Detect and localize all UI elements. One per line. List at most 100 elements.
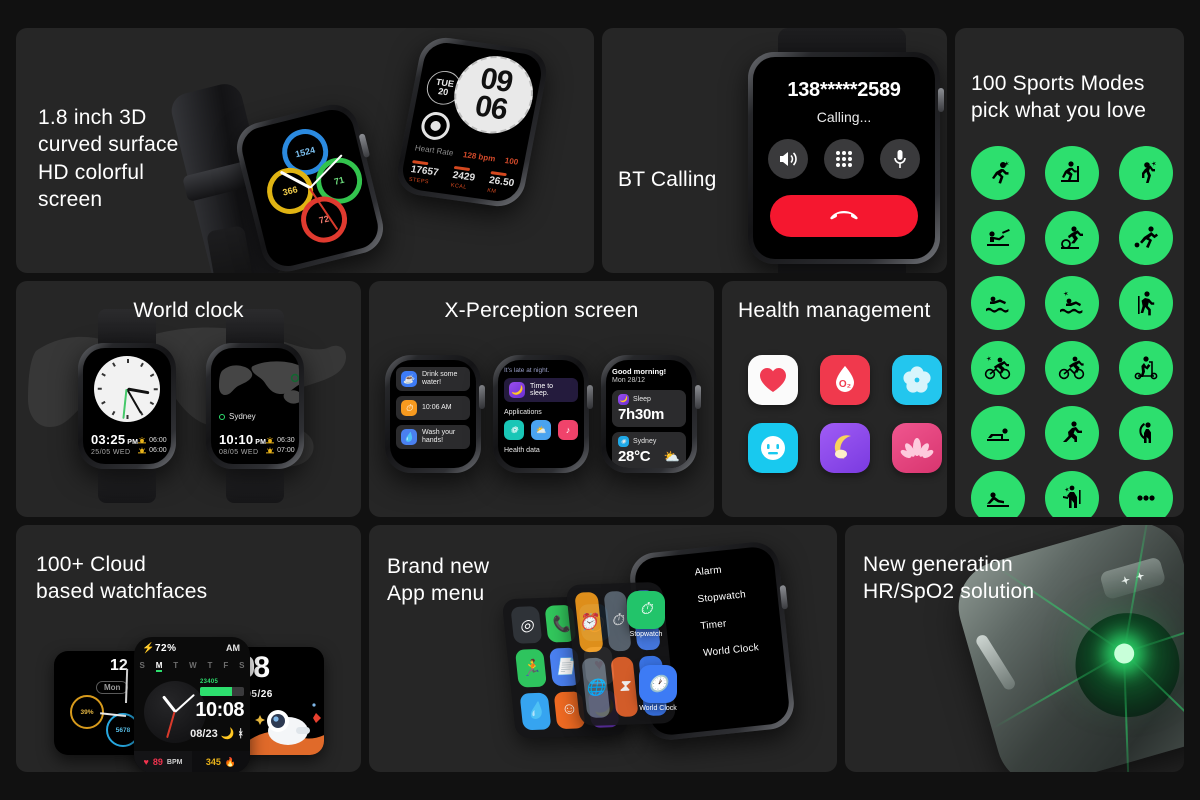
calories-value: 345: [205, 757, 221, 767]
weekday: T: [207, 661, 213, 670]
alarm-icon[interactable]: ⏰: [574, 591, 604, 653]
keypad-icon[interactable]: [824, 139, 864, 179]
floating-app-stopwatch[interactable]: ⏱ Stopwatch: [627, 591, 665, 638]
sport-hiking-icon[interactable]: [1119, 276, 1173, 330]
second-hand: [166, 711, 176, 739]
sport-cycling-icon[interactable]: [1045, 341, 1099, 395]
bpm-value: 89: [152, 757, 163, 767]
card-sports-modes: 100 Sports Modes pick what you love: [955, 28, 1184, 517]
app-list-item-timer[interactable]: Timer: [700, 614, 773, 632]
floating-app-label: World Clock: [639, 705, 677, 712]
end-call-button[interactable]: [770, 195, 918, 237]
sport-lunge-icon[interactable]: [1045, 406, 1099, 460]
flame-icon: 🔥: [224, 756, 237, 767]
sport-swimming-icon[interactable]: [971, 276, 1025, 330]
floating-app-label: Stopwatch: [629, 631, 663, 638]
reminder-item[interactable]: ☕ Drink some water!: [396, 367, 470, 392]
sport-mountain-bike-icon[interactable]: [971, 341, 1025, 395]
app-list-item-alarm[interactable]: Alarm: [694, 560, 767, 579]
sport-rowing-icon[interactable]: [971, 211, 1025, 265]
weather-icon[interactable]: ⛅: [531, 420, 551, 440]
sport-open-water-swim-icon[interactable]: [1045, 276, 1099, 330]
application-shortcuts: ❁ ⛅ ♪: [504, 420, 578, 440]
blood-oxygen-icon[interactable]: O₂: [820, 355, 870, 405]
sunrise-time: 06:30: [277, 436, 295, 444]
app-list-item-stopwatch[interactable]: Stopwatch: [697, 587, 770, 605]
activity-rings-dial: 1524 366 71 72: [247, 115, 373, 261]
heart-rate-metric: ♥ 89 BPM: [134, 751, 192, 772]
sleep-prompt-row[interactable]: 🌙 Time to sleep.: [504, 378, 578, 402]
microphone-icon[interactable]: [880, 139, 920, 179]
speaker-icon[interactable]: [768, 139, 808, 179]
sunset-time: 07:00: [277, 446, 295, 454]
activity-rings-icon[interactable]: ◎: [510, 606, 543, 645]
card-title-world-clock: World clock: [133, 299, 244, 322]
sport-treadmill-icon[interactable]: [1045, 146, 1099, 200]
stopwatch-icon[interactable]: ⏱: [627, 591, 665, 629]
app-list-item-world-clock[interactable]: World Clock: [703, 640, 776, 659]
reminder-item[interactable]: 💧 Wash your hands!: [396, 425, 470, 450]
bpm-unit: BPM: [166, 758, 183, 766]
hr-sensor: [993, 525, 1184, 772]
sport-push-up-icon[interactable]: [971, 406, 1025, 460]
remote-time: 10:10 PM: [219, 432, 267, 447]
sport-walking-icon[interactable]: [1119, 146, 1173, 200]
sunrise-time: 06:00: [149, 436, 167, 444]
world-clock-icon[interactable]: 🕐: [639, 665, 677, 703]
sport-stretching-icon[interactable]: [1119, 406, 1173, 460]
world-clock-icon[interactable]: 🌐: [581, 657, 611, 719]
reminder-item[interactable]: ⏱ 10:06 AM: [396, 396, 470, 421]
sleep-icon: 🌙: [618, 394, 629, 405]
music-icon[interactable]: ♪: [558, 420, 578, 440]
night-note: It's late at night.: [504, 367, 550, 374]
weather-summary-card[interactable]: ◉ Sydney 28°C ⛅: [612, 432, 686, 468]
card-bt-calling: BT Calling 138*****2589 Calling...: [602, 28, 947, 273]
stat-value: 26.50: [488, 174, 516, 190]
call-status: Calling...: [816, 109, 872, 125]
local-time: 03:25 PM: [91, 432, 139, 447]
mood-icon[interactable]: [748, 423, 798, 473]
weather-header: ◉ Sydney: [618, 436, 680, 447]
partly-cloudy-icon: ⛅: [663, 449, 680, 464]
remote-date: 08/05 WED: [219, 449, 259, 456]
sleep-summary-card[interactable]: 🌙 Sleep 7h30m: [612, 390, 686, 427]
run-icon[interactable]: 🏃: [514, 649, 547, 688]
sport-spinning-icon[interactable]: [1045, 211, 1099, 265]
month-complication: Mon: [96, 681, 129, 694]
steps-value: 23405: [200, 679, 219, 685]
breathing-icon[interactable]: [892, 355, 942, 405]
floating-app-world-clock[interactable]: 🕐 World Clock: [639, 665, 677, 712]
sleep-icon[interactable]: [820, 423, 870, 473]
stat-unit: KM: [486, 187, 497, 195]
watch-body: 03:25 PM 25/05 WED 06:00 06:00: [78, 343, 176, 469]
stat-unit: KCAL: [450, 182, 468, 191]
side-button: [974, 632, 1018, 692]
crown-button: [779, 585, 789, 610]
sport-aerobics-icon[interactable]: [1045, 471, 1099, 517]
watch-screen: TUE 20 09 06 Heart Rate 128 bpm 100 1765…: [399, 40, 545, 204]
watchface-fitness-hybrid[interactable]: ⚡72% AM S M T W T F S 23405 10:08 08/23 …: [134, 637, 250, 772]
card-title-xperception: X-Perception screen: [444, 299, 639, 322]
sport-more-icon[interactable]: [1119, 471, 1173, 517]
card-title-watchfaces: 100+ Cloud based watchfaces: [36, 553, 208, 604]
watch-morning-summary: Good morning! Mon 28/12 🌙 Sleep 7h30m ◉ …: [601, 355, 701, 473]
sport-running-icon[interactable]: [971, 146, 1025, 200]
remote-time-block: 10:10 PM 08/05 WED: [219, 432, 266, 456]
weekday-active: M: [155, 661, 163, 672]
heart-icon: ♥: [143, 757, 149, 767]
sport-sit-up-icon[interactable]: [971, 471, 1025, 517]
battery-indicator: ⚡72%: [142, 643, 177, 654]
sunset-row: 07:00: [266, 446, 295, 454]
relax-icon[interactable]: [892, 423, 942, 473]
watch-screen: 03:25 PM 25/05 WED 06:00 06:00: [83, 348, 171, 464]
wash-hands-icon: 💧: [401, 429, 417, 446]
local-date: 25/05 WED: [91, 449, 131, 456]
heart-rate-label: Heart Rate: [414, 143, 455, 158]
water-icon[interactable]: 💧: [519, 692, 552, 731]
city-name: Sydney: [229, 412, 256, 421]
sport-football-icon[interactable]: [1119, 211, 1173, 265]
heart-rate-icon[interactable]: [748, 355, 798, 405]
timer-alt-icon[interactable]: ⧗: [609, 656, 639, 718]
breathe-icon[interactable]: ❁: [504, 420, 524, 440]
sport-scooter-icon[interactable]: [1119, 341, 1173, 395]
